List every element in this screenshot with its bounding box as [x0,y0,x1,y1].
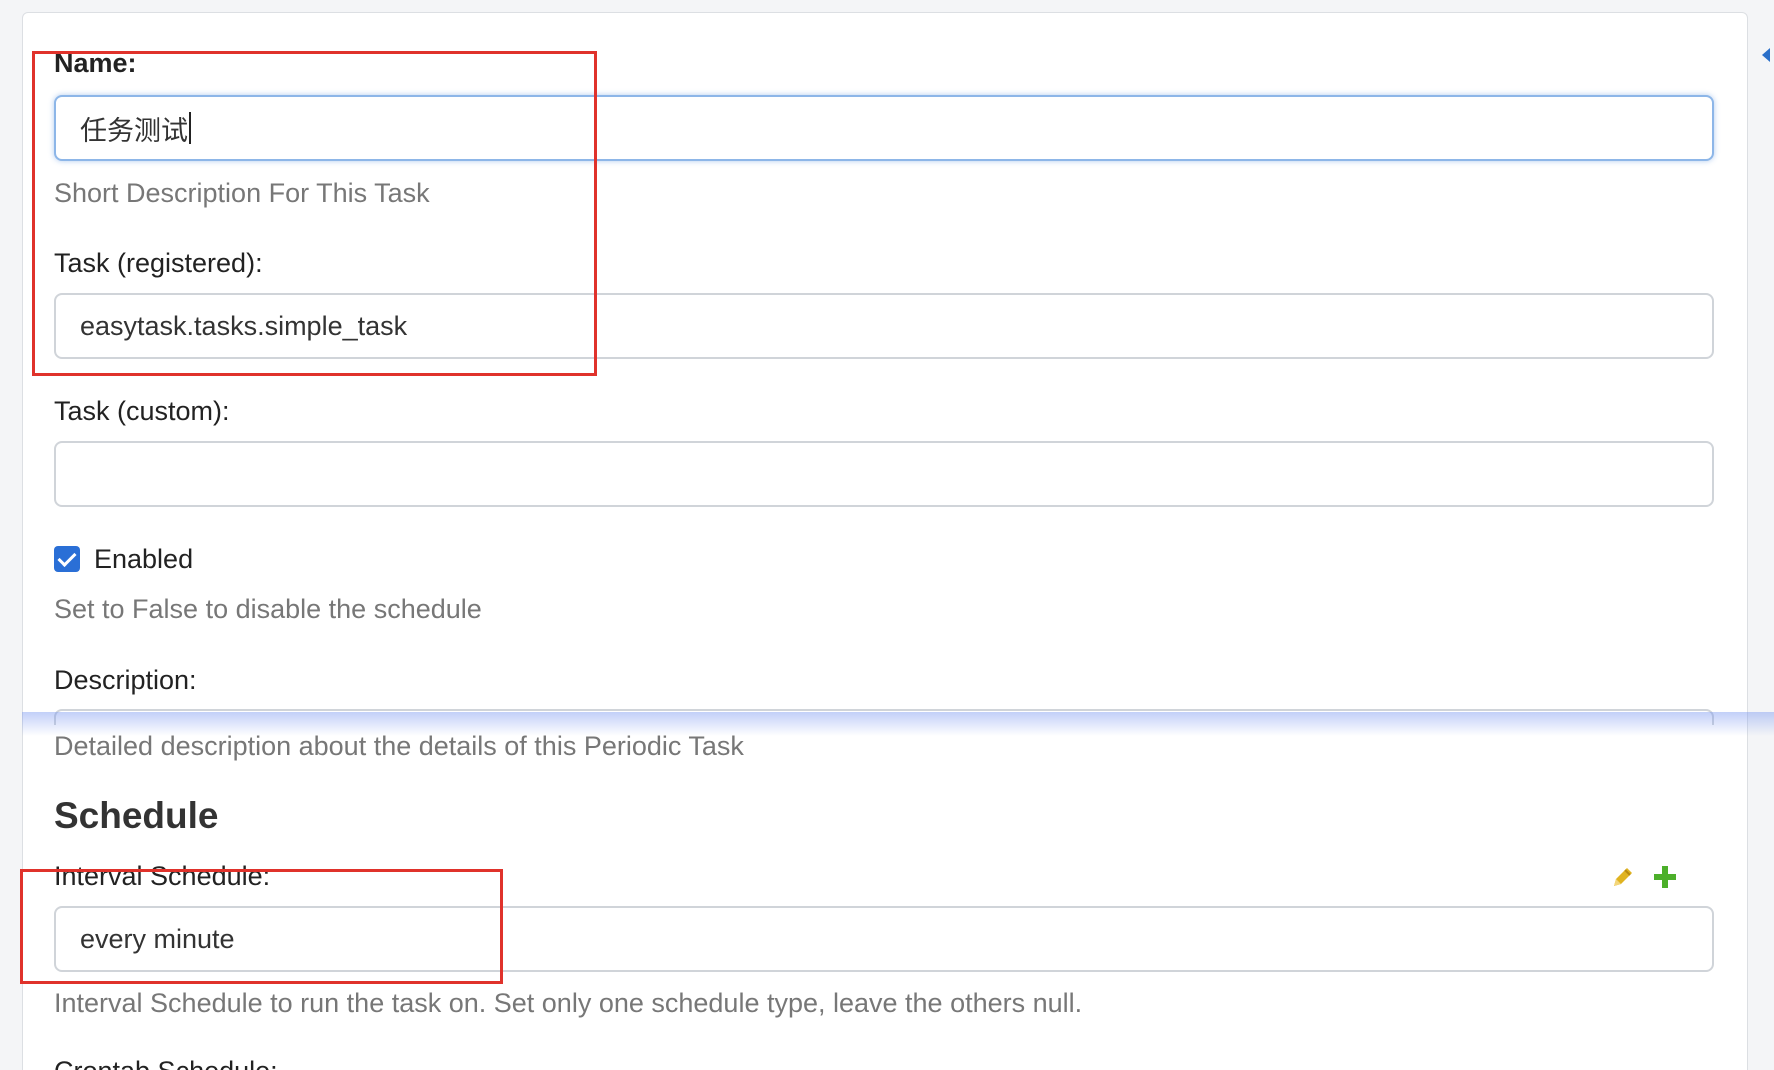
interval-schedule-select[interactable]: every minute [54,906,1714,972]
pencil-icon-svg [1614,868,1632,886]
plus-icon[interactable] [1652,864,1678,890]
seam-cover [0,712,22,736]
enabled-label: Enabled [94,544,194,574]
interval-schedule-value: every minute [80,923,235,954]
plus-icon-v [1662,866,1668,888]
description-label: Description: [54,665,197,695]
enabled-checkbox[interactable] [54,546,80,572]
name-help-text: Short Description For This Task [54,178,430,208]
schedule-section-title: Schedule [54,795,219,836]
name-label: Name: [54,48,137,78]
text-caret [189,112,191,144]
enabled-help-text: Set to False to disable the schedule [54,594,482,624]
pencil-icon[interactable] [1610,864,1636,890]
task-registered-select[interactable]: easytask.tasks.simple_task [54,293,1714,359]
task-custom-label: Task (custom): [54,396,230,426]
task-registered-value: easytask.tasks.simple_task [80,310,408,341]
name-input-value: 任务测试 [80,115,188,146]
crontab-schedule-label: Crontab Schedule: [54,1058,278,1070]
description-help-text: Detailed description about the details o… [54,731,744,761]
scroll-indicator-icon [1762,48,1770,62]
interval-schedule-label: Interval Schedule: [54,861,271,891]
task-registered-label: Task (registered): [54,248,263,278]
description-textarea[interactable] [54,709,1714,725]
interval-schedule-help-text: Interval Schedule to run the task on. Se… [54,988,1083,1018]
task-custom-input[interactable] [54,441,1714,507]
page: Name: 任务测试 Short Description For This Ta… [0,0,1774,1070]
name-input[interactable]: 任务测试 [54,95,1714,161]
